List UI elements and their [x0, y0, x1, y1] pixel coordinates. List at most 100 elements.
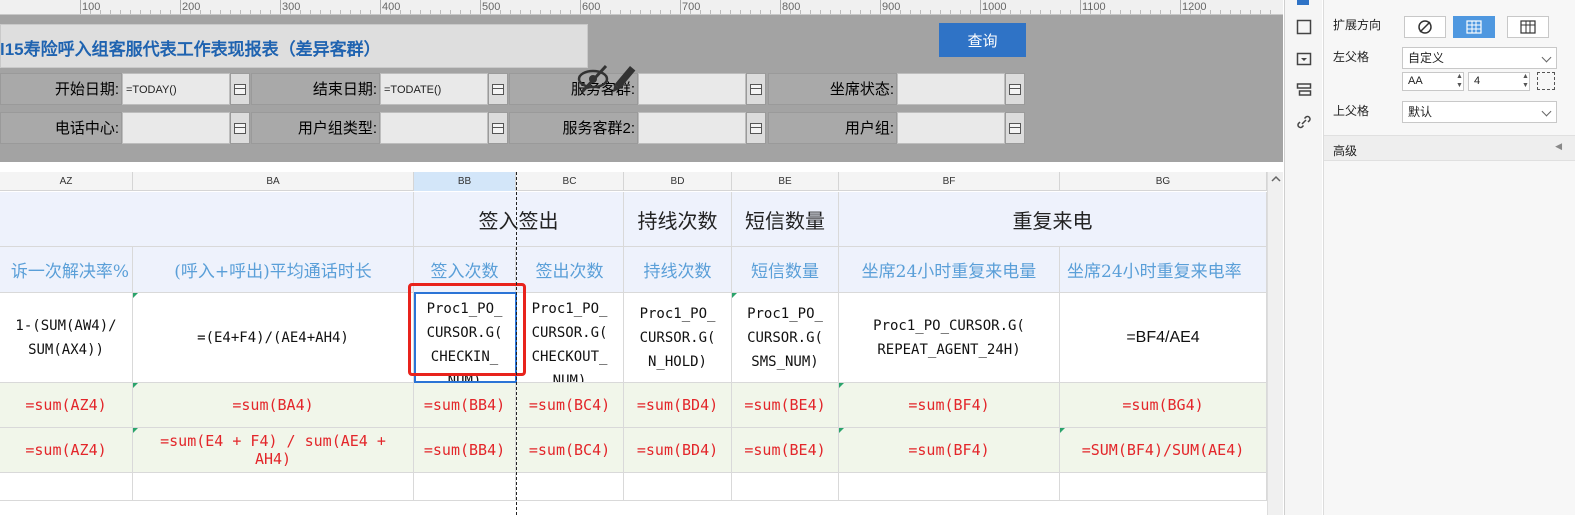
no-expand-icon[interactable]: [1404, 16, 1446, 38]
empty-cell[interactable]: [732, 473, 839, 501]
formula-line: Proc1_PO_: [747, 305, 823, 322]
formula-line: N_HOLD): [647, 353, 707, 370]
horizontal-ruler: 100 200 300 400 500 600 700 800 900 1000 1100 1200: [0, 0, 1283, 15]
group-header-repeat[interactable]: 重复来电: [839, 192, 1267, 247]
sum-cell[interactable]: =sum(BC4): [516, 383, 624, 428]
field-header[interactable]: 短信数量: [732, 247, 839, 293]
field-header[interactable]: (呼入+呼出)平均通话时长: [133, 247, 414, 293]
advanced-section-header[interactable]: 高级 ◀: [1324, 135, 1575, 161]
formula-cell-az[interactable]: 1-(SUM(AW4)/ SUM(AX4)): [0, 293, 133, 383]
ruler-label: 1100: [1082, 1, 1106, 13]
column-header[interactable]: BE: [732, 172, 839, 191]
user-group-type-label: 用户组类型:: [251, 112, 380, 144]
ruler-label: 1000: [982, 1, 1007, 13]
sum-cell[interactable]: =sum(BD4): [624, 428, 732, 473]
empty-cell[interactable]: [839, 473, 1060, 501]
list-picker-icon[interactable]: [746, 73, 766, 105]
empty-cell[interactable]: [0, 473, 133, 501]
agent-status-input[interactable]: [897, 73, 1005, 105]
formula-line: CURSOR.G(: [747, 329, 823, 346]
horizontal-expand-icon[interactable]: [1507, 16, 1549, 38]
column-header[interactable]: BA: [133, 172, 414, 191]
empty-cell[interactable]: [624, 473, 732, 501]
calendar-icon[interactable]: [230, 73, 250, 105]
empty-cell[interactable]: [1060, 473, 1267, 501]
cell-marker: [133, 293, 138, 298]
cell-marker: [1060, 428, 1065, 433]
formula-cell-bg[interactable]: =BF4/AE4: [1060, 293, 1267, 383]
empty-cell[interactable]: [414, 473, 516, 501]
user-group-type-input[interactable]: [380, 112, 488, 144]
cell-marker: [133, 383, 138, 388]
end-date-input[interactable]: =TODATE(): [380, 73, 488, 105]
empty-cell[interactable]: [133, 473, 414, 501]
formula-cell-bf[interactable]: Proc1_PO_CURSOR.G( REPEAT_AGENT_24H): [839, 293, 1060, 383]
condition-icon[interactable]: [1296, 82, 1312, 98]
formula-cell-bd[interactable]: Proc1_PO_ CURSOR.G( N_HOLD): [624, 293, 732, 383]
group-header-empty[interactable]: [0, 192, 414, 247]
sum-cell[interactable]: =sum(BC4): [516, 428, 624, 473]
cell-picker-icon[interactable]: [1537, 72, 1555, 90]
group-header-hold[interactable]: 持线次数: [624, 192, 732, 247]
sum-cell[interactable]: =sum(BE4): [732, 383, 839, 428]
vertical-scrollbar[interactable]: [1267, 172, 1283, 515]
hidden-eye-edit-icon[interactable]: [574, 62, 660, 96]
sum-cell[interactable]: =SUM(BF4)/SUM(AE4): [1060, 428, 1267, 473]
call-center-input[interactable]: [122, 112, 230, 144]
column-header-selected[interactable]: BB: [414, 172, 516, 191]
column-header[interactable]: BD: [624, 172, 732, 191]
column-header[interactable]: AZ: [0, 172, 133, 191]
column-header[interactable]: BF: [839, 172, 1060, 191]
top-parent-select[interactable]: 默认: [1402, 101, 1557, 123]
column-header[interactable]: BG: [1060, 172, 1267, 191]
sum-cell[interactable]: =sum(BG4): [1060, 383, 1267, 428]
field-header[interactable]: 持线次数: [624, 247, 732, 293]
sum-cell-avg[interactable]: =sum(E4 + F4) / sum(AE4 + AH4): [133, 428, 414, 473]
row-stepper[interactable]: ▲ ▼: [1521, 72, 1530, 91]
field-header[interactable]: 坐席24小时重复来电量: [839, 247, 1060, 293]
column-header[interactable]: BC: [516, 172, 624, 191]
agent-status-label: 坐席状态:: [768, 73, 897, 105]
formula-cell-bc[interactable]: Proc1_PO_ CURSOR.G( CHECKOUT_ NUM): [516, 293, 624, 383]
style-icon[interactable]: [1296, 19, 1312, 35]
dropdown-icon[interactable]: [746, 112, 766, 144]
formula-cell-be[interactable]: Proc1_PO_ CURSOR.G( SMS_NUM): [732, 293, 839, 383]
scroll-up-icon[interactable]: [1268, 172, 1284, 186]
sum-cell[interactable]: =sum(BF4): [839, 383, 1060, 428]
list-picker-icon[interactable]: [230, 112, 250, 144]
formula-cell-ba[interactable]: =(E4+F4)/(AE4+AH4): [133, 293, 414, 383]
vertical-expand-icon[interactable]: [1453, 16, 1495, 38]
sum-cell[interactable]: =sum(BB4): [414, 383, 516, 428]
start-date-input[interactable]: =TODAY(): [122, 73, 230, 105]
user-group-input[interactable]: [897, 112, 1005, 144]
sum-cell[interactable]: =sum(BA4): [133, 383, 414, 428]
sum-cell[interactable]: =sum(BF4): [839, 428, 1060, 473]
column-stepper[interactable]: ▲ ▼: [1455, 72, 1464, 91]
cell-marker: [839, 383, 844, 388]
field-header[interactable]: 坐席24小时重复来电率: [1060, 247, 1267, 293]
hyperlink-icon[interactable]: [1296, 114, 1312, 130]
calendar-icon[interactable]: [488, 73, 508, 105]
sum-cell[interactable]: =sum(BE4): [732, 428, 839, 473]
list-picker-icon[interactable]: [1005, 112, 1025, 144]
formula-line: SUM(AX4)): [28, 341, 104, 358]
chevron-down-icon: [1541, 52, 1552, 63]
cell-attr-icon[interactable]: [1297, 0, 1309, 5]
service-group2-input[interactable]: [638, 112, 746, 144]
sum-cell[interactable]: =sum(BB4): [414, 428, 516, 473]
field-header[interactable]: 签出次数: [516, 247, 624, 293]
field-header[interactable]: 诉一次解决率%: [0, 247, 133, 293]
dropdown-icon[interactable]: [488, 112, 508, 144]
sum-cell[interactable]: =sum(AZ4): [0, 383, 133, 428]
list-picker-icon[interactable]: [1005, 73, 1025, 105]
widget-icon[interactable]: [1296, 51, 1312, 67]
left-parent-select[interactable]: 自定义: [1402, 47, 1557, 69]
empty-cell[interactable]: [516, 473, 624, 501]
sum-cell[interactable]: =sum(BD4): [624, 383, 732, 428]
group-header-sign[interactable]: 签入签出: [414, 192, 624, 247]
query-button[interactable]: 查询: [939, 23, 1026, 57]
collapse-arrow-icon: ◀: [1555, 141, 1562, 151]
top-parent-label: 上父格: [1333, 104, 1370, 118]
sum-cell[interactable]: =sum(AZ4): [0, 428, 133, 473]
group-header-sms[interactable]: 短信数量: [732, 192, 839, 247]
